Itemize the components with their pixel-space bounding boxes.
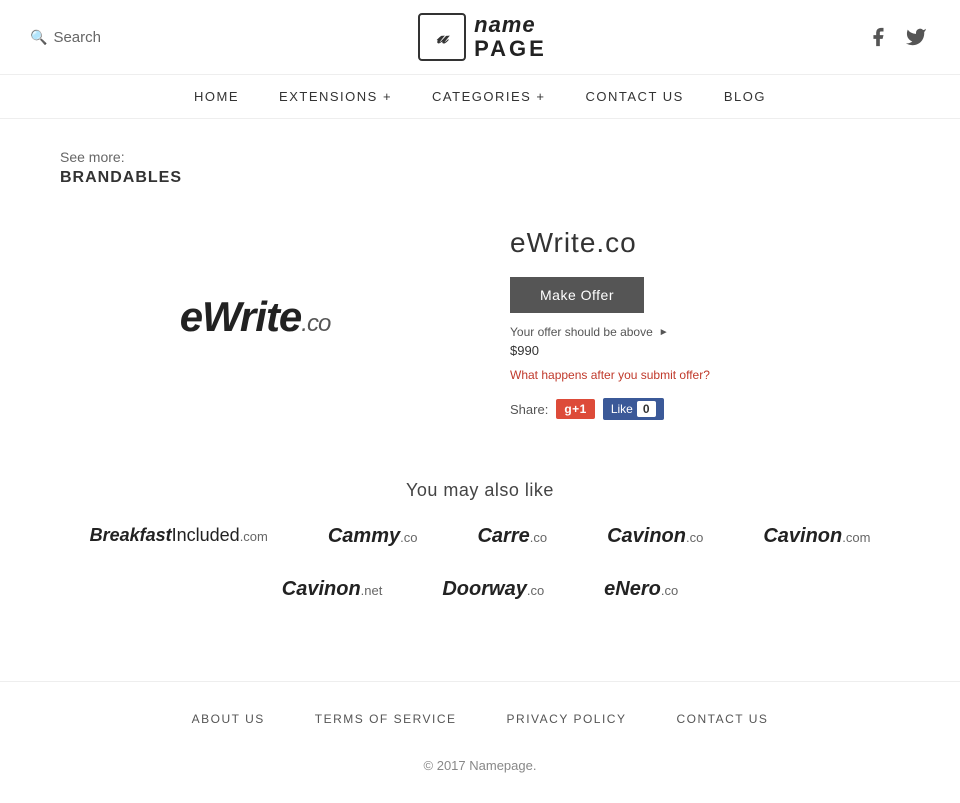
copyright: © 2017 Namepage. (0, 746, 960, 803)
what-happens-link[interactable]: What happens after you submit offer? (510, 368, 900, 382)
twitter-icon[interactable] (902, 23, 930, 51)
google-plus-button[interactable]: g+1 (556, 399, 595, 419)
fb-like-label: Like (611, 402, 633, 416)
list-item[interactable]: Carre.co (477, 525, 547, 548)
search-icon: 🔍 (30, 29, 47, 46)
footer: ABOUT US TERMS OF SERVICE PRIVACY POLICY… (0, 692, 960, 746)
share-label: Share: (510, 402, 548, 417)
arrow-icon: ► (659, 327, 669, 338)
search-area[interactable]: 🔍 Search (30, 29, 101, 46)
list-item[interactable]: BreakfastIncluded.com (90, 525, 268, 548)
footer-terms[interactable]: TERMS OF SERVICE (315, 712, 457, 726)
footer-contact[interactable]: CONTACT US (676, 712, 768, 726)
domain-section: eWrite.co eWrite.co Make Offer Your offe… (60, 217, 900, 420)
copyright-text: © 2017 Namepage. (424, 758, 537, 773)
search-label[interactable]: Search (53, 29, 101, 46)
list-item[interactable]: Cavinon.com (763, 525, 870, 548)
also-like-title: You may also like (60, 480, 900, 501)
list-item[interactable]: Doorway.co (442, 578, 544, 601)
site-header: 🔍 Search 𝓊 name PAGE (0, 0, 960, 75)
list-item[interactable]: Cavinon.co (607, 525, 703, 548)
nav-categories[interactable]: CATEGORIES + (432, 89, 545, 104)
nav-home[interactable]: HOME (194, 89, 239, 104)
list-item[interactable]: Cavinon.net (282, 578, 383, 601)
offer-price: $990 (510, 343, 900, 358)
logo-top: name (474, 13, 547, 37)
domain-grid: BreakfastIncluded.com Cammy.co Carre.co … (60, 525, 900, 601)
category-label[interactable]: BRANDABLES (60, 169, 900, 187)
facebook-icon[interactable] (864, 23, 892, 51)
domain-logo: eWrite.co (180, 293, 331, 341)
main-content: See more: BRANDABLES eWrite.co eWrite.co… (0, 119, 960, 671)
footer-divider (0, 681, 960, 682)
footer-privacy[interactable]: PRIVACY POLICY (507, 712, 627, 726)
domain-details: eWrite.co Make Offer Your offer should b… (510, 217, 900, 420)
social-icons (864, 23, 930, 51)
list-item[interactable]: Cammy.co (328, 525, 418, 548)
offer-hint-text: Your offer should be above (510, 325, 653, 339)
facebook-like-button[interactable]: Like 0 (603, 398, 664, 420)
nav-blog[interactable]: BLOG (724, 89, 766, 104)
nav-contact[interactable]: CONTACT US (586, 89, 684, 104)
navbar: HOME EXTENSIONS + CATEGORIES + CONTACT U… (0, 75, 960, 119)
nav-extensions[interactable]: EXTENSIONS + (279, 89, 392, 104)
offer-hint: Your offer should be above ► (510, 325, 900, 339)
list-item[interactable]: eNero.co (604, 578, 678, 601)
footer-about[interactable]: ABOUT US (192, 712, 265, 726)
make-offer-button[interactable]: Make Offer (510, 277, 644, 313)
logo-text: name PAGE (474, 13, 547, 61)
domain-title: eWrite.co (510, 227, 900, 259)
share-row: Share: g+1 Like 0 (510, 398, 900, 420)
logo-icon: 𝓊 (418, 13, 466, 61)
see-more-label: See more: (60, 149, 900, 165)
domain-name-part: eWrite (180, 293, 302, 340)
also-like-section: You may also like BreakfastIncluded.com … (60, 480, 900, 601)
fb-count: 0 (637, 401, 656, 417)
logo-bottom: PAGE (474, 37, 547, 61)
logo[interactable]: 𝓊 name PAGE (418, 13, 547, 61)
domain-ext-part: .co (301, 310, 330, 337)
domain-logo-display: eWrite.co (60, 217, 450, 417)
